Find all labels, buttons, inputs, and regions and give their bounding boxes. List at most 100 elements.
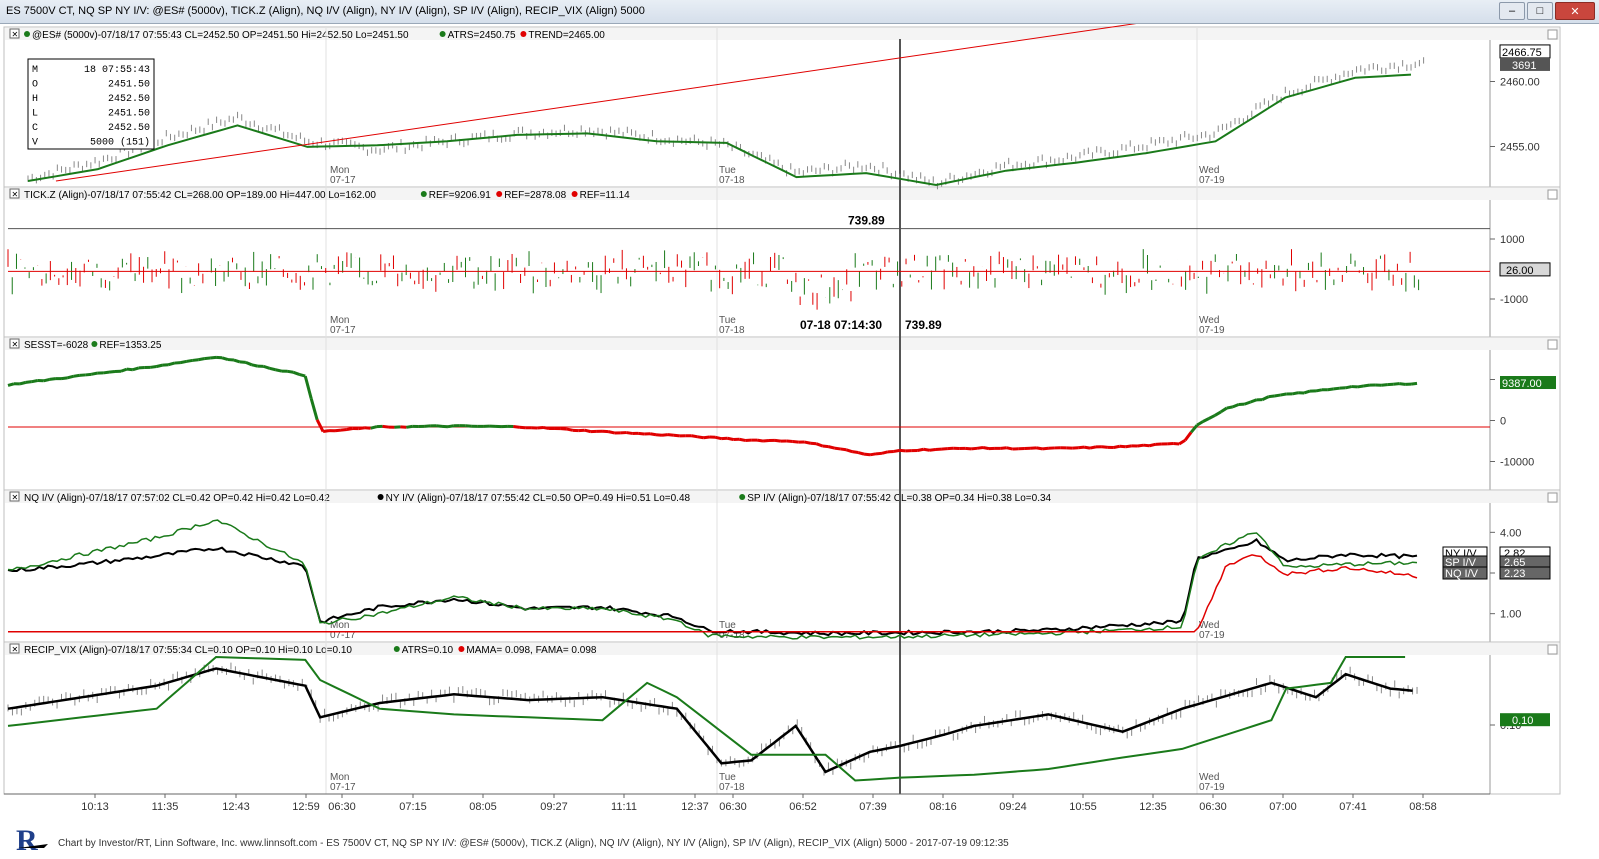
x-tick-label: 12:35 [1139,801,1167,813]
sesst-segment [1178,438,1186,446]
sesst-segment [857,451,865,456]
sesst-segment [1274,393,1281,398]
sesst-segment [697,435,704,440]
close-button[interactable]: ✕ [1555,2,1595,20]
legend-item: SESST=-6028 [24,340,89,351]
pane-close-icon-glyph: ✕ [12,645,19,654]
pane-maximize-icon [1547,339,1558,350]
legend-dot-icon [571,191,578,197]
pane-maximize-icon [1547,189,1558,200]
sesst-segment [1261,395,1270,401]
sesst-segment [667,433,675,437]
legend-item: REF=11.14 [580,190,631,201]
sesst-segment [982,446,990,451]
x-tick-label: 08:58 [1409,801,1437,813]
sesst-segment [1220,406,1228,414]
ohlc-label: L [32,109,38,120]
date-marker-date: 07-19 [1199,325,1225,336]
legend-dot-icon [496,191,503,197]
sesst-segment [727,436,734,441]
sesst-segment [192,358,199,362]
sesst-segment [810,441,817,446]
sesst-segment [1226,405,1234,410]
sesst-segment [970,446,978,451]
x-tick-label: 06:30 [328,801,356,813]
sesst-segment [1036,446,1043,451]
sesst-segment [67,374,74,380]
x-tick-label: 10:55 [1069,801,1097,813]
date-marker-date: 07-19 [1199,630,1225,641]
legend-dot-icon [377,494,384,500]
x-tick-label: 06:30 [719,801,747,813]
last-vix-label: 0.10 [1512,715,1533,727]
legend-item: TREND=2465.00 [528,30,605,41]
legend-item: REF=9206.91 [429,190,491,201]
iv-value-label: 2.23 [1504,568,1525,580]
legend-dot-icon [420,191,427,197]
sesst-segment [1137,443,1144,448]
y-tick-label: 4.00 [1500,527,1521,539]
pane-frame-4 [3,641,1561,795]
sesst-segment [334,428,342,433]
sesst-segment [852,450,859,455]
linn-logo-icon: R [16,824,48,856]
sesst-segment [863,452,871,457]
sesst-segment [120,367,128,373]
sesst-segment [90,371,98,376]
last-volume-label: 3691 [1512,60,1536,72]
sesst-segment [840,447,847,452]
x-tick-label: 12:43 [222,801,250,813]
y-tick-label: -1000 [1500,294,1528,306]
sesst-segment [1077,445,1085,450]
sesst-segment [1083,445,1091,450]
x-tick-label: 09:24 [999,801,1027,813]
sesst-segment [43,377,50,383]
sesst-segment [542,425,550,431]
sesst-segment [661,433,669,437]
footer-bar: R Chart by Investor/RT, Linn Software, I… [0,818,1599,859]
legend-dot-icon [520,31,527,37]
sesst-segment [965,446,972,451]
sesst-segment [1000,446,1007,450]
sesst-segment [1357,384,1364,389]
date-marker-date: 07-19 [1199,782,1225,793]
sesst-segment [845,448,853,454]
sesst-segment [899,448,906,453]
sesst-segment [822,444,829,449]
minimize-button[interactable]: – [1499,2,1525,20]
sesst-segment [816,442,824,448]
pane-close-icon-glyph: ✕ [12,340,19,349]
legend-dot-icon [458,646,465,652]
y-tick-label: 0 [1500,416,1506,428]
pane-close-icon-glyph: ✕ [12,30,19,39]
maximize-button[interactable]: □ [1527,2,1553,20]
x-tick-label: 12:37 [681,801,709,813]
sesst-segment [917,447,924,452]
sesst-segment [435,424,443,428]
sesst-segment [245,360,253,367]
pane-maximize-icon [1547,492,1558,503]
legend-item: TICK.Z (Align)-07/18/17 07:55:42 CL=268.… [24,190,376,201]
sesst-segment [209,355,217,360]
y-tick-label: 2455.00 [1500,142,1540,154]
sesst-segment [1113,444,1121,449]
legend-item: NY I/V (Align)-07/18/17 07:55:42 CL=0.50… [386,493,691,504]
sesst-segment [1333,386,1340,391]
sesst-segment [1183,431,1193,442]
sesst-segment [1042,446,1049,451]
y-tick-label: 1000 [1500,234,1524,246]
legend-item: @ES# (5000v)-07/18/17 07:55:43 CL=2452.5… [32,30,409,41]
sesst-segment [298,372,306,378]
sesst-segment [834,446,841,451]
sesst-segment [1393,382,1400,386]
pane-frame-1 [3,186,1561,338]
sesst-segment [1196,420,1204,427]
ohlc-value: 2451.50 [108,109,150,120]
last-sesst-label: 9387.00 [1502,378,1542,390]
legend-dot-icon [393,646,400,652]
legend-item: ATRS=0.10 [402,645,454,656]
chart-area[interactable]: ✕ @ES# (5000v)-07/18/17 07:55:43 CL=2452.… [0,24,1599,818]
sesst-segment [315,419,325,433]
sesst-segment [893,448,901,453]
sesst-segment [703,435,710,440]
